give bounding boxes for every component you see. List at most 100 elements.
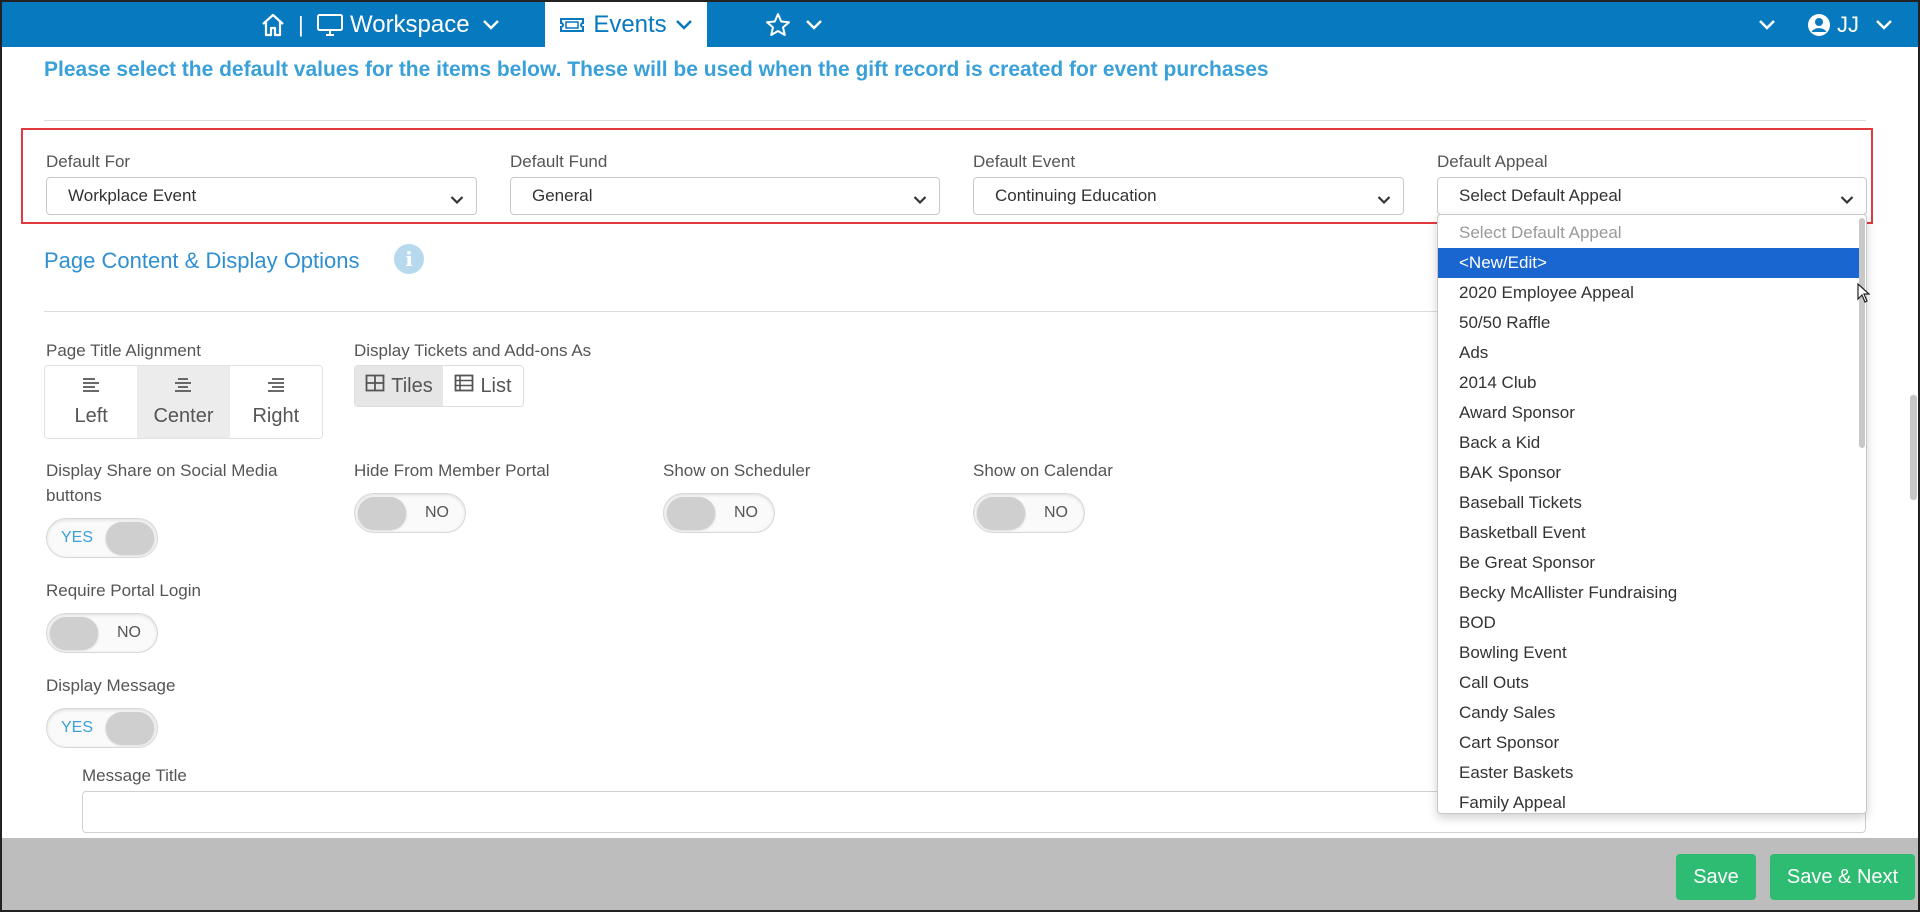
dropdown-option[interactable]: Bowling Event: [1438, 638, 1859, 668]
ticket-icon: [559, 15, 585, 35]
home-icon[interactable]: [260, 2, 286, 47]
dropdown-option[interactable]: Becky McAllister Fundraising: [1438, 578, 1859, 608]
page-title-alignment-label: Page Title Alignment: [46, 341, 201, 360]
message-title-label: Message Title: [82, 766, 187, 785]
star-icon: [765, 12, 791, 38]
list-label: List: [480, 374, 512, 397]
dropdown-option[interactable]: BOD: [1438, 608, 1859, 638]
page-scrollbar[interactable]: [1910, 395, 1917, 500]
footer-bar: [2, 838, 1918, 910]
monitor-icon: [316, 13, 344, 37]
workspace-label: Workspace: [350, 10, 470, 38]
dropdown-option[interactable]: Basketball Event: [1438, 518, 1859, 548]
show-scheduler-toggle[interactable]: NO: [663, 493, 775, 533]
save-button[interactable]: Save: [1676, 854, 1756, 900]
align-center-button[interactable]: Center: [137, 366, 230, 438]
toggle-knob: [106, 712, 154, 744]
default-for-select[interactable]: Workplace Event: [46, 177, 477, 215]
align-center-icon: [173, 376, 193, 399]
align-left-label: Left: [74, 405, 108, 427]
require-portal-login-toggle-state: NO: [117, 624, 141, 641]
dropdown-option[interactable]: Award Sponsor: [1438, 398, 1859, 428]
dropdown-option[interactable]: Select Default Appeal: [1438, 218, 1859, 248]
divider: [44, 311, 1439, 312]
dropdown-option[interactable]: BAK Sponsor: [1438, 458, 1859, 488]
align-right-label: Right: [252, 405, 300, 427]
toggle-knob: [977, 497, 1025, 529]
default-event-select[interactable]: Continuing Education: [973, 177, 1404, 215]
hide-member-portal-label: Hide From Member Portal: [354, 461, 550, 480]
align-center-label: Center: [153, 405, 214, 427]
chevron-down-icon: [1840, 190, 1854, 210]
default-fund-value: General: [532, 186, 593, 205]
dropdown-option[interactable]: Cart Sponsor: [1438, 728, 1859, 758]
default-appeal-label: Default Appeal: [1437, 152, 1548, 171]
grid-icon: [365, 374, 385, 398]
tiles-label: Tiles: [391, 374, 433, 397]
default-appeal-value: Select Default Appeal: [1459, 186, 1622, 205]
align-right-button[interactable]: Right: [230, 366, 322, 438]
default-for-label: Default For: [46, 152, 131, 171]
default-event-label: Default Event: [973, 152, 1076, 171]
align-left-button[interactable]: Left: [45, 366, 137, 438]
tiles-button[interactable]: Tiles: [355, 366, 443, 406]
info-icon[interactable]: i: [394, 244, 424, 274]
require-portal-login-toggle[interactable]: NO: [46, 613, 158, 653]
align-right-icon: [266, 376, 286, 399]
chevron-down-icon: [1377, 190, 1391, 210]
toggle-knob: [50, 617, 98, 649]
top-navigation-bar: | Workspace Events JJ: [2, 2, 1918, 47]
share-social-toggle[interactable]: YES: [46, 518, 158, 558]
dropdown-option-highlighted[interactable]: <New/Edit>: [1438, 248, 1859, 278]
dropdown-option[interactable]: Candy Sales: [1438, 698, 1859, 728]
show-calendar-toggle-state: NO: [1044, 504, 1068, 521]
save-next-button[interactable]: Save & Next: [1770, 854, 1915, 900]
user-initials: JJ: [1837, 11, 1859, 37]
list-icon: [454, 374, 474, 398]
show-scheduler-toggle-state: NO: [734, 504, 758, 521]
share-social-toggle-state: YES: [61, 529, 94, 546]
display-message-label: Display Message: [46, 676, 176, 695]
list-button[interactable]: List: [443, 366, 523, 406]
user-avatar-icon: [1807, 13, 1831, 37]
chevron-down-icon: [1875, 19, 1893, 31]
workspace-menu[interactable]: Workspace: [316, 2, 500, 47]
default-fund-select[interactable]: General: [510, 177, 940, 215]
dropdown-option[interactable]: Baseball Tickets: [1438, 488, 1859, 518]
align-left-icon: [81, 376, 101, 399]
toggle-knob: [358, 497, 406, 529]
default-appeal-dropdown-list: Select Default Appeal <New/Edit> 2020 Em…: [1437, 214, 1867, 814]
share-social-label-line1: Display Share on Social Media: [46, 461, 278, 480]
events-label: Events: [593, 10, 667, 38]
defaults-instructions-heading: Please select the default values for the…: [44, 58, 1269, 81]
more-menu-chevron-icon[interactable]: [1758, 2, 1776, 47]
divider: [44, 120, 1866, 121]
user-menu[interactable]: JJ: [1807, 2, 1893, 47]
dropdown-option[interactable]: Ads: [1438, 338, 1859, 368]
dropdown-option[interactable]: 50/50 Raffle: [1438, 308, 1859, 338]
default-appeal-select[interactable]: Select Default Appeal: [1437, 177, 1867, 215]
dropdown-scrollbar[interactable]: [1859, 218, 1865, 448]
dropdown-option[interactable]: Family Appeal: [1438, 788, 1859, 813]
dropdown-option[interactable]: Call Outs: [1438, 668, 1859, 698]
dropdown-option[interactable]: 2020 Employee Appeal: [1438, 278, 1859, 308]
require-portal-login-label: Require Portal Login: [46, 581, 201, 600]
dropdown-option[interactable]: Easter Baskets: [1438, 758, 1859, 788]
chevron-down-icon: [675, 19, 693, 31]
favorites-menu[interactable]: [765, 2, 823, 47]
default-for-value: Workplace Event: [68, 186, 197, 205]
dropdown-option[interactable]: 2014 Club: [1438, 368, 1859, 398]
show-calendar-toggle[interactable]: NO: [973, 493, 1085, 533]
display-message-toggle[interactable]: YES: [46, 708, 158, 748]
dropdown-option[interactable]: Back a Kid: [1438, 428, 1859, 458]
dropdown-option[interactable]: Be Great Sponsor: [1438, 548, 1859, 578]
show-calendar-label: Show on Calendar: [973, 461, 1113, 480]
chevron-down-icon: [482, 19, 500, 31]
tab-events[interactable]: Events: [545, 2, 707, 47]
chevron-down-icon: [450, 190, 464, 210]
page-content-section-title: Page Content & Display Options: [44, 248, 360, 273]
hide-member-portal-toggle-state: NO: [425, 504, 449, 521]
display-tickets-group: Tiles List: [354, 365, 524, 407]
hide-member-portal-toggle[interactable]: NO: [354, 493, 466, 533]
display-tickets-label: Display Tickets and Add-ons As: [354, 341, 592, 360]
